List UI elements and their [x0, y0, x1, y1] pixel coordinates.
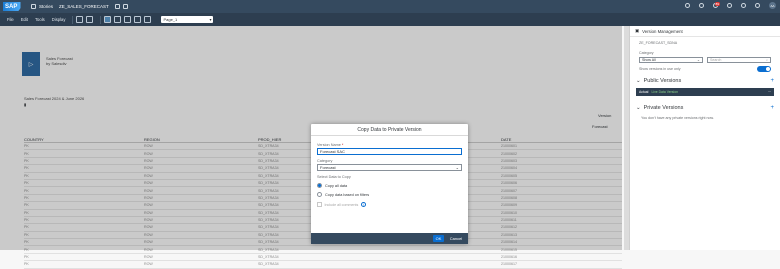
save-icon[interactable]: [114, 4, 120, 9]
panel-search-placeholder: Search: [710, 58, 722, 62]
chevron-down-icon: ▾: [209, 17, 212, 22]
panel-search-input[interactable]: Search ⌕: [707, 57, 771, 63]
table-cell[interactable]: ROW: [144, 262, 258, 266]
close-icon[interactable]: [122, 4, 128, 9]
more-icon[interactable]: ⋯: [768, 90, 771, 94]
radio-button[interactable]: [317, 183, 322, 188]
chevron-down-icon: ⌄: [455, 165, 459, 170]
version-management-panel: ▣ Version Management ZE_FORECAST_SDNA Ca…: [629, 26, 780, 250]
help-icon[interactable]: [699, 3, 704, 8]
menu-edit[interactable]: Edit: [21, 17, 28, 22]
radio-selected-dot: [318, 184, 321, 187]
table-icon[interactable]: [114, 16, 122, 23]
panel-model-name: ZE_FORECAST_SDNA: [639, 41, 678, 45]
chevron-down-icon: ⌄: [636, 78, 641, 84]
ok-button[interactable]: OK: [433, 235, 444, 242]
dialog-body: Version Name * Forecast SAC Category For…: [311, 136, 468, 212]
refresh-icon[interactable]: [144, 16, 152, 23]
chart-icon[interactable]: [124, 16, 132, 23]
panel-category-select[interactable]: Show All ⌄: [639, 57, 703, 63]
radio-label: Copy data based on filters: [325, 192, 370, 197]
version-management-icon: ▣: [635, 28, 640, 33]
redo-icon[interactable]: [86, 16, 94, 23]
table-cell[interactable]: PK: [24, 255, 144, 259]
story-title: ZE_SALES_FORECAST: [59, 4, 109, 9]
version-item-name: Actual: [639, 90, 649, 94]
table-cell[interactable]: SD_XTRA34: [258, 255, 501, 259]
version-item-tag: Live Data Version: [651, 90, 679, 94]
panel-category-label: Category: [639, 51, 654, 55]
public-versions-title: Public Versions: [643, 78, 682, 84]
app-name: Stories: [39, 4, 54, 9]
include-comments-checkbox-row: Include all comments i: [317, 202, 462, 207]
add-icon[interactable]: +: [770, 78, 774, 84]
shell-bar: SAP Stories ZE_SALES_FORECAST 89 AA: [0, 0, 780, 13]
panel-header: ▣ Version Management: [630, 26, 780, 37]
undo-icon[interactable]: [76, 16, 84, 23]
include-comments-checkbox[interactable]: [317, 202, 322, 207]
required-mark: *: [341, 143, 344, 147]
filter-icon[interactable]: [134, 16, 142, 23]
menu-display[interactable]: Display: [52, 17, 66, 22]
avatar[interactable]: AA: [769, 2, 776, 9]
app-switcher[interactable]: Stories: [31, 4, 53, 9]
dialog-title: Copy Data to Private Version: [311, 124, 468, 136]
notification-badge: 89: [714, 2, 720, 6]
sap-logo[interactable]: SAP: [3, 2, 25, 11]
in-use-toggle-row: Show versions in use only: [630, 63, 780, 75]
toolbar-divider: [72, 15, 74, 24]
story-actions[interactable]: [114, 4, 128, 9]
select-data-label: Select Data to Copy: [317, 175, 351, 179]
toolbar-divider: [100, 15, 102, 24]
info-icon[interactable]: i: [361, 202, 367, 207]
category-label: Category: [317, 159, 333, 163]
add-icon[interactable]: +: [770, 105, 774, 111]
search-icon[interactable]: [685, 3, 690, 8]
grid-icon[interactable]: [755, 3, 760, 8]
chevron-down-icon: ⌄: [636, 105, 641, 111]
edit-mode-icon[interactable]: [104, 16, 112, 23]
private-versions-empty: You don't have any private versions righ…: [641, 116, 714, 120]
toolbar: File Edit Tools Display Page_1 ▾: [0, 13, 780, 26]
menu-file[interactable]: File: [7, 17, 14, 22]
page-selector[interactable]: Page_1 ▾: [161, 16, 214, 23]
toggle-label: Show versions in use only: [639, 67, 681, 71]
copy-version-dialog: Copy Data to Private Version Version Nam…: [311, 124, 468, 244]
table-cell[interactable]: ROW: [144, 255, 258, 259]
panel-title: Version Management: [642, 28, 683, 34]
search-icon: ⌕: [765, 58, 768, 62]
public-versions-header[interactable]: ⌄ Public Versions +: [630, 75, 780, 87]
dialog-footer: OK Cancel: [311, 233, 468, 244]
notifications-icon[interactable]: 89: [713, 2, 720, 8]
menu-tools[interactable]: Tools: [35, 17, 45, 22]
in-use-toggle[interactable]: [757, 66, 771, 72]
radio-button[interactable]: [317, 192, 322, 197]
version-name-label: Version Name *: [317, 143, 344, 147]
checkbox-label: Include all comments: [324, 202, 359, 207]
category-select-value: Forecast: [320, 165, 336, 170]
shell-actions: 89 AA: [685, 2, 776, 9]
panel-category-value: Show All: [642, 58, 656, 62]
cancel-button[interactable]: Cancel: [447, 235, 465, 242]
private-versions-title: Private Versions: [643, 105, 684, 111]
table-cell[interactable]: 21000616: [501, 255, 611, 259]
copilot-icon[interactable]: [741, 3, 746, 8]
private-versions-header[interactable]: ⌄ Private Versions +: [630, 102, 780, 114]
radio-label: Copy all data: [325, 183, 348, 188]
chevron-down-icon: ⌄: [696, 58, 700, 62]
table-cell[interactable]: 21000617: [501, 262, 611, 266]
version-name-input[interactable]: Forecast SAC: [317, 148, 462, 155]
table-row[interactable]: PK ROW SD_XTRA34 21000616: [24, 254, 622, 262]
radio-copy-filtered[interactable]: Copy data based on filters: [317, 192, 462, 197]
category-select[interactable]: Forecast ⌄: [317, 164, 462, 171]
page-selector-value: Page_1: [163, 17, 178, 22]
radio-copy-all[interactable]: Copy all data: [317, 183, 462, 188]
table-cell[interactable]: PK: [24, 262, 144, 266]
table-cell[interactable]: SD_XTRA34: [258, 262, 501, 266]
settings-icon[interactable]: [727, 3, 732, 8]
table-row[interactable]: PK ROW SD_XTRA34 21000617: [24, 261, 622, 269]
public-version-item[interactable]: Actual Live Data Version ⋯: [636, 88, 774, 96]
home-icon: [31, 4, 36, 9]
